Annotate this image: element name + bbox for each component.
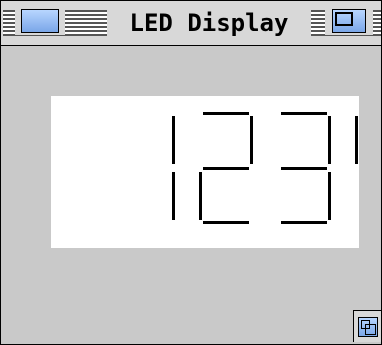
led-segment-e [199, 172, 202, 220]
close-box-button[interactable] [15, 9, 65, 35]
led-segment-d [281, 221, 327, 224]
led-digit-3 [281, 112, 331, 224]
zoom-box-button[interactable] [325, 9, 373, 35]
led-digit-1 [172, 116, 175, 220]
led-digit-4 [355, 116, 358, 164]
led-digit-2 [199, 112, 253, 224]
led-segment-d [203, 221, 249, 224]
window-content [1, 46, 381, 344]
window-title: LED Display [107, 7, 311, 39]
led-segment-b [172, 116, 175, 164]
led-digits [172, 112, 358, 224]
zoom-box-icon [332, 9, 366, 33]
title-bar[interactable]: LED Display [1, 1, 381, 46]
led-segment-c [172, 172, 175, 220]
app-window: LED Display [0, 0, 382, 345]
led-segment-a [203, 112, 249, 115]
led-segment-g [203, 167, 249, 170]
led-segment-f [355, 116, 358, 164]
led-segment-c [328, 172, 331, 220]
led-segment-b [250, 116, 253, 164]
close-box-icon [21, 9, 59, 33]
led-display-panel [51, 96, 359, 248]
led-segment-g [281, 167, 327, 170]
led-segment-b [328, 116, 331, 164]
led-segment-a [281, 112, 327, 115]
grow-box-button[interactable] [353, 310, 381, 342]
grow-box-icon [358, 317, 378, 337]
